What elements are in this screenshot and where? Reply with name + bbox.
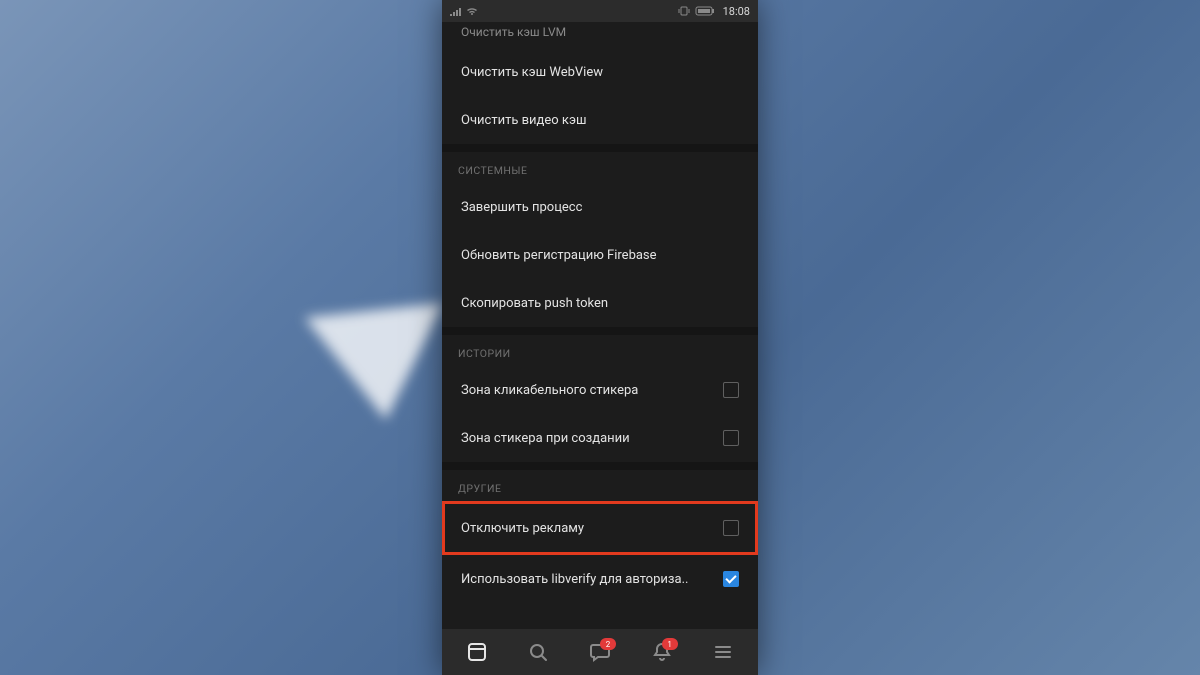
row-label: Использовать libverify для авториза..	[461, 572, 723, 587]
status-bar: 18:08	[442, 0, 758, 22]
badge-messages: 2	[600, 638, 616, 650]
nav-item-search[interactable]	[518, 632, 558, 672]
background: 18:08 Очистить кэш LVM Очистить кэш WebV…	[0, 0, 1200, 675]
nav-item-menu[interactable]	[703, 632, 743, 672]
bottom-nav: 2 1	[442, 629, 758, 675]
status-left	[450, 6, 478, 16]
vibrate-icon	[677, 6, 691, 16]
row-label: Завершить процесс	[461, 200, 739, 215]
settings-row-partial[interactable]: Очистить кэш LVM	[442, 22, 758, 48]
settings-row-sticker-zone-create[interactable]: Зона стикера при создании	[442, 414, 758, 462]
battery-icon	[695, 6, 715, 16]
row-label: Обновить регистрацию Firebase	[461, 248, 739, 263]
home-icon	[466, 641, 488, 663]
row-label: Очистить кэш WebView	[461, 65, 739, 80]
settings-row-push-token[interactable]: Скопировать push token	[442, 279, 758, 327]
wifi-icon	[466, 6, 478, 16]
section-divider	[442, 327, 758, 335]
section-header-stories: ИСТОРИИ	[442, 335, 758, 366]
settings-content: Очистить кэш LVM Очистить кэш WebView Оч…	[442, 22, 758, 629]
settings-row-firebase[interactable]: Обновить регистрацию Firebase	[442, 231, 758, 279]
checkbox[interactable]	[723, 382, 739, 398]
checkbox[interactable]	[723, 430, 739, 446]
section-header-system: СИСТЕМНЫЕ	[442, 152, 758, 183]
background-triangle	[305, 303, 456, 427]
checkbox[interactable]	[723, 520, 739, 536]
settings-row-disable-ads[interactable]: Отключить рекламу	[442, 501, 758, 555]
row-label: Отключить рекламу	[461, 521, 723, 536]
badge-notifications: 1	[662, 638, 678, 650]
status-right: 18:08	[677, 5, 750, 18]
phone-frame: 18:08 Очистить кэш LVM Очистить кэш WebV…	[442, 0, 758, 675]
scroll-area[interactable]: Очистить кэш LVM Очистить кэш WebView Оч…	[442, 22, 758, 629]
settings-row-clear-webview[interactable]: Очистить кэш WebView	[442, 48, 758, 96]
nav-item-notifications[interactable]: 1	[642, 632, 682, 672]
settings-row-clear-video[interactable]: Очистить видео кэш	[442, 96, 758, 144]
section-divider	[442, 144, 758, 152]
row-label: Очистить кэш LVM	[461, 25, 739, 39]
settings-row-kill-process[interactable]: Завершить процесс	[442, 183, 758, 231]
section-divider	[442, 462, 758, 470]
cell-signal-icon	[450, 6, 462, 16]
status-time: 18:08	[723, 5, 750, 18]
search-icon	[527, 641, 549, 663]
nav-item-messages[interactable]: 2	[580, 632, 620, 672]
row-label: Зона кликабельного стикера	[461, 383, 723, 398]
checkbox-checked[interactable]	[723, 571, 739, 587]
row-label: Скопировать push token	[461, 296, 739, 311]
menu-icon	[712, 641, 734, 663]
section-header-other: ДРУГИЕ	[442, 470, 758, 501]
nav-item-home[interactable]	[457, 632, 497, 672]
row-label: Зона стикера при создании	[461, 431, 723, 446]
settings-row-libverify[interactable]: Использовать libverify для авториза..	[442, 555, 758, 603]
settings-row-sticker-zone-clickable[interactable]: Зона кликабельного стикера	[442, 366, 758, 414]
row-label: Очистить видео кэш	[461, 113, 739, 128]
